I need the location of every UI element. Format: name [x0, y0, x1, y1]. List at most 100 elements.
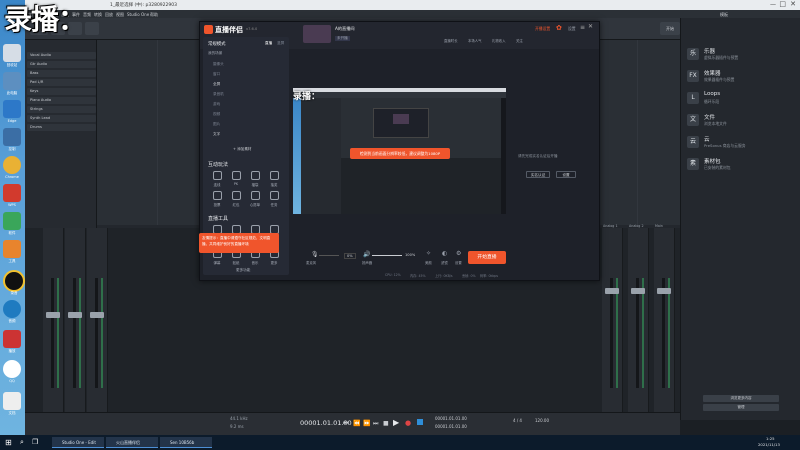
end-icon[interactable]: ⏭: [373, 420, 378, 428]
stream-cover-image[interactable]: [303, 25, 331, 43]
windows-start-icon[interactable]: ⊞: [5, 438, 12, 447]
track-item[interactable]: Bass: [27, 70, 96, 77]
rewind-icon[interactable]: ⏮: [343, 420, 348, 428]
source-item[interactable]: 图片: [213, 122, 220, 127]
beauty-icon[interactable]: ✧: [426, 250, 431, 257]
community-tip-toast[interactable]: 友情提示：直播中请遵守社区规范，文明直播，共同维护良好的直播环境: [199, 233, 279, 253]
toolbar-start-button[interactable]: 开始: [660, 22, 680, 35]
channel-fader[interactable]: [657, 288, 671, 294]
footer-stat: 码率: 0kbps: [480, 274, 499, 278]
close-icon[interactable]: ✕: [790, 0, 796, 8]
menu-studio-one[interactable]: Studio One: [127, 12, 149, 17]
track-item[interactable]: Synth Lead: [27, 115, 96, 122]
browser-item-loops[interactable]: L Loops 循环乐段: [687, 90, 797, 112]
side-settings-button[interactable]: 设置: [556, 171, 576, 178]
desktop-icon-blue[interactable]: 音频: [3, 300, 21, 323]
interact-icon[interactable]: [213, 191, 222, 200]
taskbar-app[interactable]: 火山直播伴侣: [106, 437, 158, 448]
taskbar-app[interactable]: Studio One - Edit: [52, 437, 104, 448]
interact-icon[interactable]: [232, 191, 241, 200]
channel-fader[interactable]: [90, 312, 104, 318]
desktop-icon-red[interactable]: 播放: [3, 330, 21, 353]
interact-icon[interactable]: [270, 191, 279, 200]
stat-gifts: 礼物收入: [492, 39, 506, 43]
desktop-icon-green[interactable]: 软件: [3, 212, 21, 235]
play-icon[interactable]: ▶: [393, 418, 399, 427]
minimize-icon[interactable]: —: [770, 1, 776, 8]
source-item[interactable]: 录音机: [213, 92, 224, 97]
track-item[interactable]: Piano Audio: [27, 97, 96, 104]
close-icon[interactable]: ✕: [588, 23, 593, 30]
manage-button[interactable]: 管理: [703, 404, 779, 411]
menu-icon[interactable]: ≡: [580, 24, 585, 31]
stop-icon[interactable]: ■: [383, 420, 389, 427]
mic-icon[interactable]: 🎙: [311, 251, 319, 258]
browser-item-files[interactable]: 文 文件 浏览本地文件: [687, 112, 797, 134]
files-icon: 文: [687, 114, 699, 126]
gift-icon[interactable]: ✿: [556, 24, 562, 32]
task-view-icon[interactable]: ❐: [32, 438, 38, 446]
desktop-icon-edge[interactable]: Edge: [3, 100, 21, 123]
desktop-icon-orange[interactable]: 工具: [3, 240, 21, 263]
mixer-channel: [65, 228, 86, 412]
resolution-toast[interactable]: 检测到当前画面分辨率较低，建议调整为1080P: [350, 148, 450, 159]
browse-more-button[interactable]: 浏览更多内容: [703, 395, 779, 402]
desktop-icon-qq[interactable]: QQ: [3, 360, 21, 383]
source-item[interactable]: 全屏: [213, 82, 220, 87]
fx-icon: FX: [687, 70, 699, 82]
desktop-icon-app[interactable]: 此电脑: [3, 72, 21, 95]
track-item[interactable]: Pad L/R: [27, 79, 96, 86]
track-item[interactable]: Strings: [27, 106, 96, 113]
speaker-slider-track[interactable]: [372, 255, 402, 256]
settings-link[interactable]: 设置: [568, 26, 576, 32]
stream-settings-link[interactable]: 开播设置: [535, 26, 550, 32]
interact-icon[interactable]: [251, 171, 260, 180]
source-item[interactable]: 文字: [213, 132, 220, 137]
channel-fader[interactable]: [631, 288, 645, 294]
search-icon[interactable]: ⌕: [20, 438, 24, 447]
back-icon[interactable]: ⏪: [353, 420, 360, 427]
track-item[interactable]: Vocal Audio: [27, 52, 96, 59]
record-icon[interactable]: ●: [405, 419, 411, 427]
channel-fader[interactable]: [68, 312, 82, 318]
interact-icon[interactable]: [213, 171, 222, 180]
browser-item-effects[interactable]: FX 效果器 效果器插件与预置: [687, 68, 797, 90]
desktop-icon-settings[interactable]: 控制: [3, 128, 21, 151]
tab-live[interactable]: 直播: [265, 41, 272, 46]
interact-icon[interactable]: [251, 191, 260, 200]
desktop-icon-ring[interactable]: 录音: [3, 270, 25, 295]
maximize-icon[interactable]: □: [779, 0, 786, 8]
mic-slider-track[interactable]: [319, 255, 339, 256]
taskbar-app[interactable]: Sen 10B56b: [160, 437, 212, 448]
more-features-link[interactable]: 更多功能: [236, 268, 250, 273]
app-version: v7.6.0: [246, 27, 258, 31]
channel-fader[interactable]: [605, 288, 619, 294]
verify-button[interactable]: 实名认证: [526, 171, 550, 178]
desktop-icon-file[interactable]: 文档: [3, 392, 21, 415]
desktop-icon-recycle[interactable]: 回收站: [3, 44, 21, 67]
browser-item-instruments[interactable]: 乐 乐器 虚拟乐器插件与预置: [687, 46, 797, 68]
filter-icon[interactable]: ◐: [442, 250, 447, 257]
source-item[interactable]: 游戏: [213, 102, 220, 107]
source-item[interactable]: 摄像头: [213, 62, 224, 67]
mode-selector[interactable]: 常规模式: [208, 41, 226, 47]
desktop-icon-wps[interactable]: WPS: [3, 184, 21, 207]
start-live-button[interactable]: 开始直播: [468, 251, 506, 264]
track-item[interactable]: Gtr Audio: [27, 61, 96, 68]
source-item[interactable]: 视频: [213, 112, 220, 117]
forward-icon[interactable]: ⏩: [363, 420, 370, 427]
desktop-icon-chrome[interactable]: Chrome: [3, 156, 21, 179]
loop-icon[interactable]: [417, 419, 423, 425]
interact-icon[interactable]: [270, 171, 279, 180]
settings-gear-icon[interactable]: ⚙: [456, 250, 461, 257]
tab-portrait[interactable]: 竖屏: [277, 41, 284, 46]
browser-item-packages[interactable]: 素 素材包 已安装的素材包: [687, 156, 797, 178]
track-item[interactable]: Drums: [27, 124, 96, 131]
speaker-icon[interactable]: 🔊: [363, 251, 370, 258]
interact-icon[interactable]: [232, 171, 241, 180]
track-item[interactable]: Keys: [27, 88, 96, 95]
channel-fader[interactable]: [46, 312, 60, 318]
add-source-button[interactable]: + 添加素材: [233, 147, 252, 152]
browser-item-cloud[interactable]: 云 云 PreSonus 商店与云服务: [687, 134, 797, 156]
source-item[interactable]: 窗口: [213, 72, 220, 77]
